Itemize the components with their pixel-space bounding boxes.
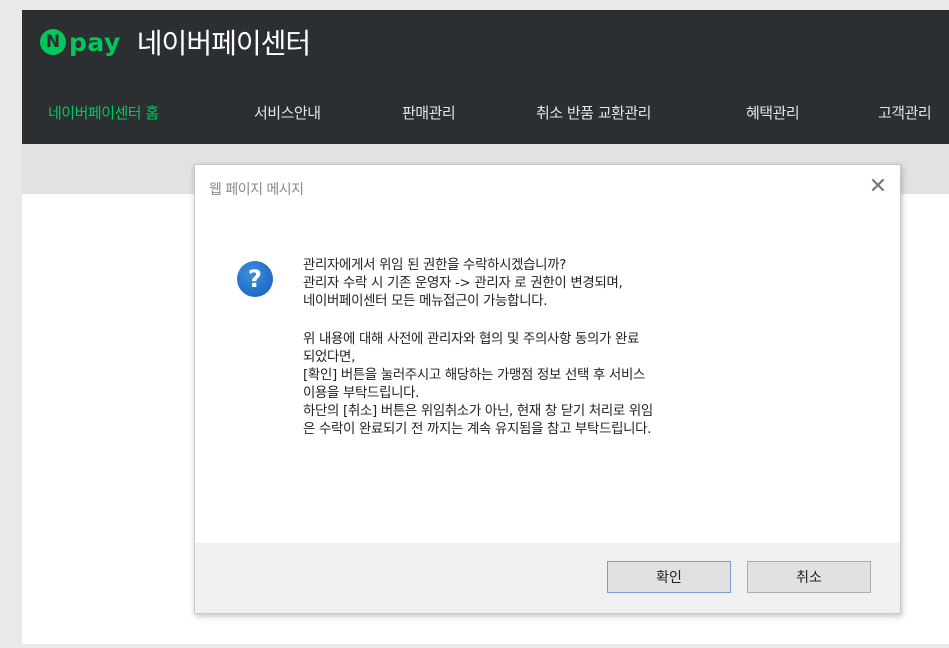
site-title: 네이버페이센터 <box>136 27 311 60</box>
nav-item-service-info[interactable]: 서비스안내 <box>254 102 321 123</box>
top-header: N pay 네이버페이센터 네이버페이센터 홈 서비스안내 판매관리 취소 반품… <box>22 10 949 144</box>
main-nav: 네이버페이센터 홈 서비스안내 판매관리 취소 반품 교환관리 혜택관리 고객관… <box>22 92 949 132</box>
message-line: 이용을 부탁드립니다. <box>303 386 420 401</box>
message-line: 은 수락이 완료되기 전 까지는 계속 유지됨을 참고 부탁드립니다. <box>303 422 652 437</box>
brand-logo[interactable]: N pay 네이버페이센터 <box>40 20 311 64</box>
nav-item-home[interactable]: 네이버페이센터 홈 <box>48 102 159 123</box>
message-line: 위 내용에 대해 사전에 관리자와 협의 및 주의사항 동의가 완료 <box>303 332 640 347</box>
nav-item-sales[interactable]: 판매관리 <box>402 102 456 123</box>
message-line: 되었다면, <box>303 350 356 365</box>
nav-item-customers[interactable]: 고객관리 <box>878 102 932 123</box>
web-page-message-dialog: 웹 페이지 메시지 ✕ ? 관리자에게서 위임 된 권한을 수락하시겠습니까? … <box>194 164 901 614</box>
ok-button[interactable]: 확인 <box>607 561 731 593</box>
nav-item-cancel-return-exchange[interactable]: 취소 반품 교환관리 <box>536 102 651 123</box>
message-line: 관리자에게서 위임 된 권한을 수락하시겠습니까? <box>303 258 567 273</box>
message-line: 네이버페이센터 모든 메뉴접근이 가능합니다. <box>303 294 548 309</box>
dialog-footer: 확인 취소 <box>195 543 900 613</box>
dialog-message: 관리자에게서 위임 된 권한을 수락하시겠습니까? 관리자 수락 시 기존 운영… <box>303 257 883 439</box>
nav-item-benefits[interactable]: 혜택관리 <box>746 102 800 123</box>
question-icon: ? <box>237 261 273 297</box>
cancel-button[interactable]: 취소 <box>747 561 871 593</box>
message-line: 하단의 [취소] 버튼은 위임취소가 아닌, 현재 창 닫기 처리로 위임 <box>303 404 653 419</box>
npay-n-icon: N <box>40 29 66 55</box>
npay-logo-text: pay <box>69 27 121 57</box>
dialog-title: 웹 페이지 메시지 <box>209 182 304 198</box>
browser-page: N pay 네이버페이센터 네이버페이센터 홈 서비스안내 판매관리 취소 반품… <box>22 10 949 644</box>
message-line: 관리자 수락 시 기존 운영자 -> 관리자 로 권한이 변경되며, <box>303 276 623 291</box>
close-icon[interactable]: ✕ <box>866 175 890 199</box>
message-line: [확인] 버튼을 눌러주시고 해당하는 가맹점 정보 선택 후 서비스 <box>303 368 645 383</box>
